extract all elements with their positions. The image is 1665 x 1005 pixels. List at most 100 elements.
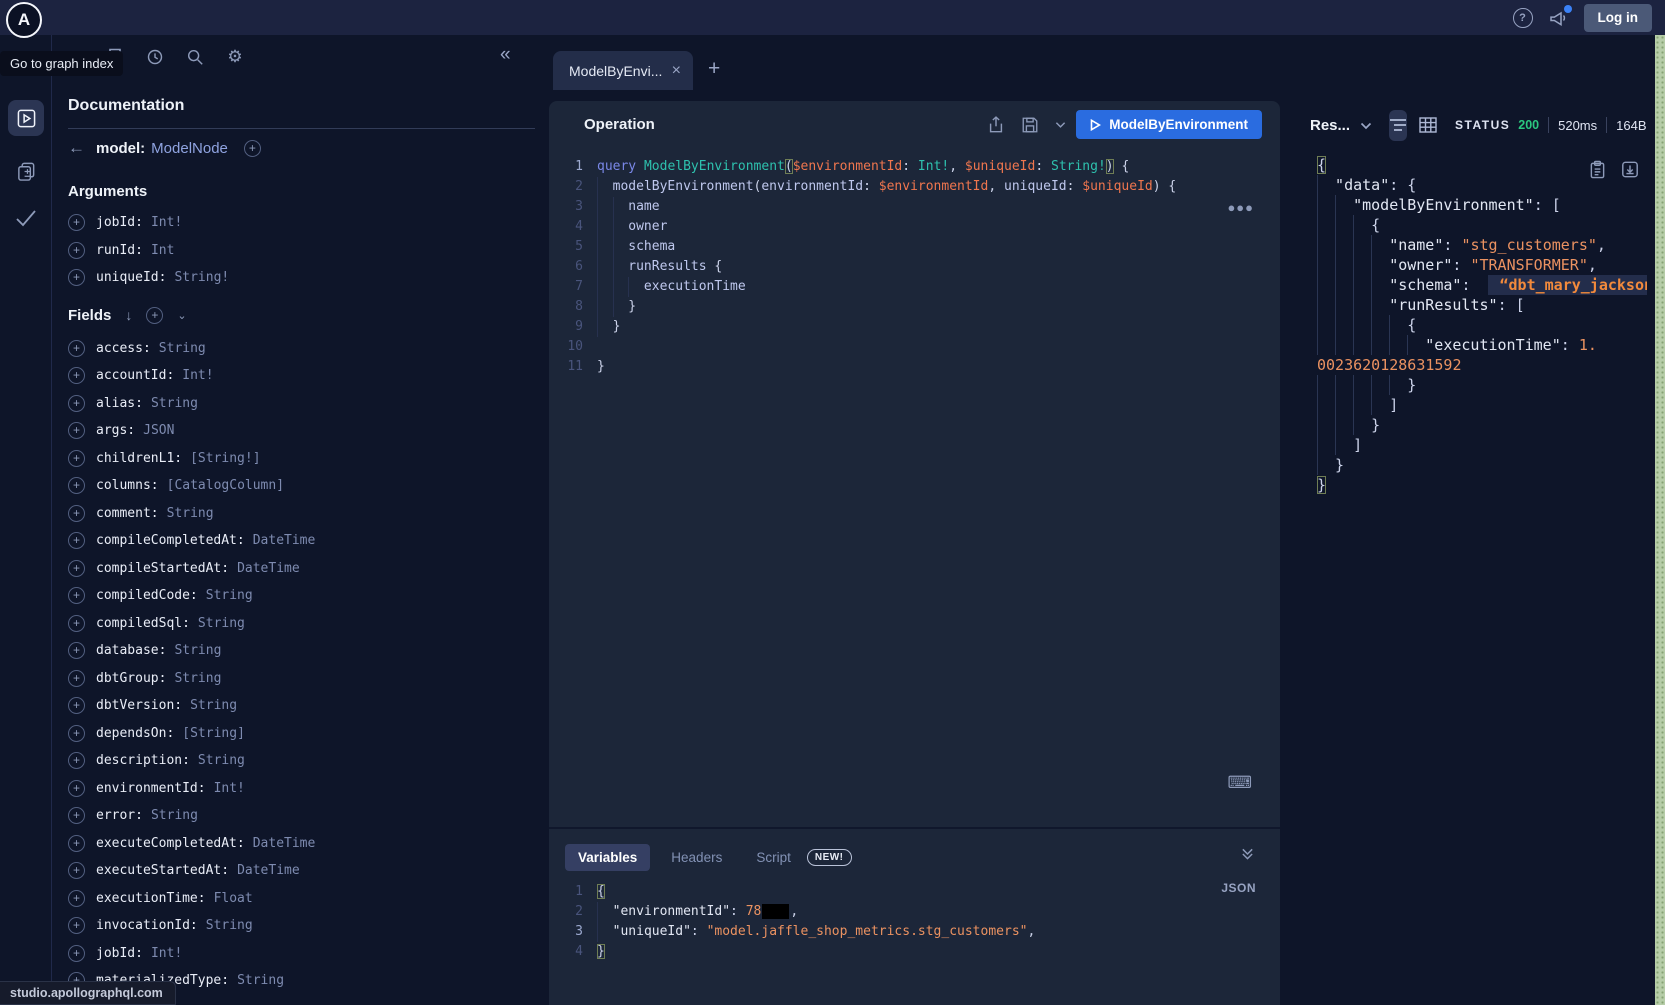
share-icon[interactable] bbox=[987, 115, 1005, 134]
field-type[interactable]: [String!] bbox=[190, 451, 260, 466]
field-type[interactable]: [String] bbox=[182, 726, 245, 741]
run-operation-button[interactable]: ModelByEnvironment bbox=[1076, 110, 1262, 139]
sidebar-item-checks[interactable] bbox=[8, 200, 44, 236]
tree-view-button[interactable] bbox=[1389, 110, 1407, 141]
operation-tab[interactable]: ModelByEnvi... × bbox=[553, 51, 693, 90]
add-field-button[interactable]: + bbox=[68, 422, 85, 439]
add-field-button[interactable]: + bbox=[68, 917, 85, 934]
field-type[interactable]: String bbox=[206, 918, 253, 933]
field-name[interactable]: childrenL1: bbox=[96, 451, 182, 466]
field-type[interactable]: Float bbox=[214, 891, 253, 906]
back-arrow-icon[interactable]: ← bbox=[68, 138, 96, 158]
field-type[interactable]: String bbox=[237, 973, 284, 988]
sort-fields-icon[interactable]: ↓ bbox=[125, 307, 132, 323]
field-type[interactable]: String bbox=[151, 808, 198, 823]
field-name[interactable]: accountId: bbox=[96, 368, 174, 383]
field-name[interactable]: columns: bbox=[96, 478, 159, 493]
add-field-button[interactable]: + bbox=[68, 560, 85, 577]
field-type[interactable]: String bbox=[190, 698, 237, 713]
save-options-chevron-icon[interactable] bbox=[1055, 121, 1066, 129]
tab-variables[interactable]: Variables bbox=[565, 844, 650, 871]
sidebar-item-collections[interactable] bbox=[8, 153, 44, 189]
field-type[interactable]: String bbox=[198, 753, 245, 768]
add-field-button[interactable]: + bbox=[68, 615, 85, 632]
field-name[interactable]: compiledSql: bbox=[96, 616, 190, 631]
field-name[interactable]: access: bbox=[96, 341, 151, 356]
field-type[interactable]: DateTime bbox=[253, 836, 316, 851]
variables-editor[interactable]: 1{2"environmentId": 78,3"uniqueId": "mod… bbox=[549, 882, 1280, 962]
field-type[interactable]: String bbox=[174, 643, 221, 658]
login-button[interactable]: Log in bbox=[1584, 4, 1653, 32]
field-name[interactable]: dbtVersion: bbox=[96, 698, 182, 713]
response-dropdown-chevron-icon[interactable] bbox=[1360, 122, 1372, 130]
response-panel-title[interactable]: Res... bbox=[1310, 117, 1350, 134]
field-name[interactable]: comment: bbox=[96, 506, 159, 521]
add-field-button[interactable]: + bbox=[68, 532, 85, 549]
collapse-variables-chevron-icon[interactable] bbox=[1241, 847, 1254, 860]
download-response-icon[interactable] bbox=[1621, 160, 1639, 179]
add-field-button[interactable]: + bbox=[68, 587, 85, 604]
field-name[interactable]: compiledCode: bbox=[96, 588, 198, 603]
apollo-logo[interactable]: A bbox=[6, 2, 42, 38]
field-type[interactable]: String bbox=[198, 616, 245, 631]
response-body[interactable]: {"data": {"modelByEnvironment": [{"name"… bbox=[1290, 149, 1655, 495]
field-name[interactable]: alias: bbox=[96, 396, 143, 411]
tab-headers[interactable]: Headers bbox=[658, 844, 735, 871]
add-field-button[interactable]: + bbox=[68, 477, 85, 494]
field-name[interactable]: executeCompletedAt: bbox=[96, 836, 245, 851]
field-type[interactable]: Int! bbox=[182, 368, 213, 383]
operation-editor[interactable]: ●●● ⌨ 1query ModelByEnvironment($environ… bbox=[549, 148, 1280, 827]
field-type[interactable]: DateTime bbox=[253, 533, 316, 548]
add-field-button[interactable]: + bbox=[68, 505, 85, 522]
argument-name[interactable]: uniqueId: bbox=[96, 270, 166, 285]
field-type[interactable]: JSON bbox=[143, 423, 174, 438]
field-name[interactable]: description: bbox=[96, 753, 190, 768]
add-field-button[interactable]: + bbox=[68, 752, 85, 769]
field-name[interactable]: environmentId: bbox=[96, 781, 206, 796]
add-field-button[interactable]: + bbox=[68, 367, 85, 384]
field-name[interactable]: executionTime: bbox=[96, 891, 206, 906]
add-argument-button[interactable]: + bbox=[68, 242, 85, 259]
add-field-button[interactable]: + bbox=[68, 780, 85, 797]
field-name[interactable]: args: bbox=[96, 423, 135, 438]
field-name[interactable]: database: bbox=[96, 643, 166, 658]
add-all-fields-button[interactable]: + bbox=[146, 307, 163, 324]
field-name[interactable]: invocationId: bbox=[96, 918, 198, 933]
close-tab-icon[interactable]: × bbox=[672, 62, 681, 80]
field-type[interactable]: String bbox=[151, 396, 198, 411]
field-name[interactable]: compileStartedAt: bbox=[96, 561, 229, 576]
copy-response-icon[interactable] bbox=[1589, 160, 1606, 179]
argument-name[interactable]: runId: bbox=[96, 243, 143, 258]
add-field-button[interactable]: + bbox=[68, 450, 85, 467]
field-name[interactable]: error: bbox=[96, 808, 143, 823]
field-type[interactable]: String bbox=[174, 671, 221, 686]
field-type[interactable]: String bbox=[159, 341, 206, 356]
chevron-down-icon[interactable]: ⌄ bbox=[177, 309, 186, 322]
field-type[interactable]: Int! bbox=[214, 781, 245, 796]
add-field-button[interactable]: + bbox=[68, 642, 85, 659]
field-type[interactable]: DateTime bbox=[237, 561, 300, 576]
add-field-button[interactable]: + bbox=[68, 890, 85, 907]
keyboard-shortcuts-icon[interactable]: ⌨ bbox=[1227, 773, 1252, 793]
add-field-button[interactable]: + bbox=[68, 395, 85, 412]
add-field-button[interactable]: + bbox=[68, 807, 85, 824]
field-name[interactable]: dbtGroup: bbox=[96, 671, 166, 686]
table-view-button[interactable] bbox=[1419, 110, 1437, 141]
field-name[interactable]: executeStartedAt: bbox=[96, 863, 229, 878]
add-argument-button[interactable]: + bbox=[68, 214, 85, 231]
save-icon[interactable] bbox=[1021, 116, 1039, 134]
new-tab-button[interactable]: + bbox=[708, 57, 720, 81]
add-field-button[interactable]: + bbox=[68, 725, 85, 742]
field-name[interactable]: compileCompletedAt: bbox=[96, 533, 245, 548]
field-type[interactable]: String bbox=[167, 506, 214, 521]
add-field-button[interactable]: + bbox=[68, 697, 85, 714]
add-argument-button[interactable]: + bbox=[68, 269, 85, 286]
argument-type[interactable]: Int! bbox=[151, 215, 182, 230]
sidebar-item-explorer[interactable] bbox=[8, 100, 44, 136]
help-icon[interactable]: ? bbox=[1513, 8, 1533, 28]
argument-type[interactable]: String! bbox=[174, 270, 229, 285]
add-field-button[interactable]: + bbox=[68, 835, 85, 852]
add-field-button[interactable]: + bbox=[68, 862, 85, 879]
add-field-button[interactable]: + bbox=[68, 340, 85, 357]
field-type[interactable]: DateTime bbox=[237, 863, 300, 878]
